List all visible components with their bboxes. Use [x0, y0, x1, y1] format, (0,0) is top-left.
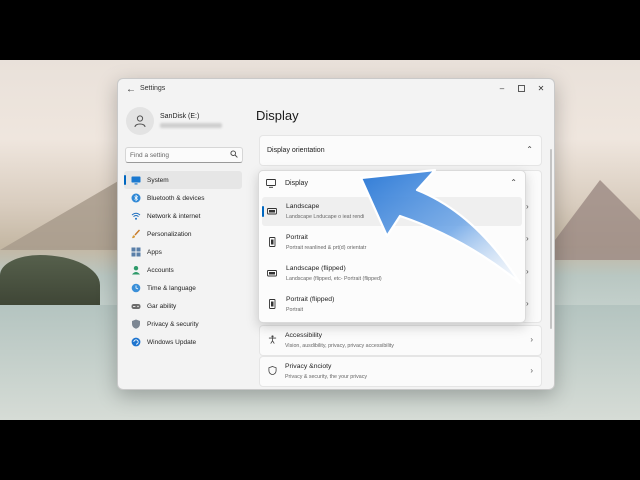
sidebar-item-label: Privacy & security	[147, 320, 199, 328]
search-icon[interactable]	[230, 150, 238, 158]
back-button[interactable]: ←	[124, 83, 138, 97]
chevron-up-icon[interactable]: ⌃	[526, 145, 533, 154]
profile-email-blurred	[160, 123, 222, 128]
landscape-icon	[267, 208, 277, 215]
row-title: Privacy &ncioty	[285, 363, 332, 370]
sidebar-item-bluetooth[interactable]: Bluetooth & devices	[124, 189, 242, 207]
bluetooth-icon	[131, 193, 141, 203]
close-icon: ✕	[537, 84, 545, 93]
sidebar-item-personalization[interactable]: Personalization	[124, 225, 242, 243]
option-subtitle: Landscape Lnducape o ieat rendi	[286, 214, 365, 220]
sidebar-item-label: Apps	[147, 248, 162, 256]
sidebar-item-apps[interactable]: Apps	[124, 243, 242, 261]
minimize-icon: –	[499, 84, 505, 93]
option-subtitle: Portrait	[286, 307, 304, 313]
sidebar-item-label: System	[147, 176, 169, 184]
avatar[interactable]	[126, 107, 154, 135]
option-subtitle: Landscape (flipped, etc- Portrait (flipp…	[286, 276, 382, 282]
globe-clock-icon	[131, 283, 141, 293]
maximize-button[interactable]	[512, 82, 530, 96]
monitor-icon	[131, 175, 141, 185]
shield-icon	[267, 366, 277, 376]
option-title: Portrait (flipped)	[286, 296, 335, 303]
sidebar-item-label: Time & language	[147, 284, 196, 292]
row-subtitle: Privacy & security, the your privacy	[285, 374, 368, 380]
accessibility-row[interactable]: Accessibility Vision, ausdibility, priva…	[259, 325, 542, 356]
sidebar-item-network[interactable]: Network & internet	[124, 207, 242, 225]
monitor-icon	[266, 179, 276, 188]
sidebar-item-gaming[interactable]: Gar ability	[124, 297, 242, 315]
profile-name: SanDisk (E:)	[160, 113, 200, 120]
maximize-icon	[517, 85, 525, 92]
row-title: Accessibility	[285, 332, 323, 339]
search-box[interactable]	[125, 147, 243, 163]
option-subtitle: Portrait reanlined & prt(d) orientatr	[286, 245, 367, 251]
title-bar: ← Settings – ✕	[118, 79, 554, 101]
minimize-button[interactable]: –	[493, 82, 511, 96]
option-title: Landscape (flipped)	[286, 265, 346, 272]
option-landscape-flipped[interactable]: Landscape (flipped) Landscape (flipped, …	[262, 259, 522, 288]
option-title: Portrait	[286, 234, 308, 241]
mountain-right	[540, 180, 640, 260]
letterbox-bottom	[0, 420, 640, 480]
display-orientation-section[interactable]: Display orientation ⌃	[259, 135, 542, 166]
chevron-up-icon[interactable]: ⌃	[510, 178, 517, 187]
sidebar-item-label: Network & internet	[147, 212, 201, 220]
portrait-flipped-icon	[269, 299, 276, 309]
sidebar-item-label: Gar ability	[147, 302, 177, 310]
person-icon	[131, 265, 141, 275]
scrollbar[interactable]	[550, 149, 552, 329]
section-label: Display orientation	[267, 147, 325, 154]
gamepad-icon	[131, 301, 141, 311]
chevron-right-icon: ›	[530, 366, 533, 375]
landscape-flipped-icon	[267, 270, 277, 277]
chevron-right-icon: ›	[526, 299, 529, 308]
close-button[interactable]: ✕	[532, 82, 550, 96]
privacy-row[interactable]: Privacy &ncioty Privacy & security, the …	[259, 356, 542, 387]
sidebar-item-label: Personalization	[147, 230, 192, 238]
row-subtitle: Vision, ausdibility, privacy, privacy ac…	[285, 343, 394, 349]
trees	[0, 255, 100, 305]
portrait-icon	[269, 237, 276, 247]
chevron-right-icon: ›	[530, 335, 533, 344]
option-landscape[interactable]: Landscape Landscape Lnducape o ieat rend…	[262, 197, 522, 226]
update-icon	[131, 337, 141, 347]
chevron-right-icon: ›	[526, 267, 529, 276]
sidebar-item-label: Bluetooth & devices	[147, 194, 205, 202]
option-title: Landscape	[286, 203, 320, 210]
sidebar-nav: System Bluetooth & devices Network & int…	[124, 171, 242, 351]
chevron-right-icon: ›	[526, 202, 529, 211]
orientation-dropdown: Display ⌃ Landscape Landscape Lnducape o…	[258, 170, 526, 323]
accessibility-icon	[267, 335, 277, 345]
dropdown-header-label: Display	[285, 180, 308, 187]
page-title: Display	[256, 108, 299, 123]
option-portrait[interactable]: Portrait Portrait reanlined & prt(d) ori…	[262, 228, 522, 257]
search-input[interactable]	[130, 150, 228, 160]
letterbox-top	[0, 0, 640, 60]
dropdown-header[interactable]: Display ⌃	[259, 171, 525, 195]
apps-icon	[131, 247, 141, 257]
sidebar-item-time-language[interactable]: Time & language	[124, 279, 242, 297]
option-portrait-flipped[interactable]: Portrait (flipped) Portrait	[262, 290, 522, 319]
person-icon	[134, 115, 146, 128]
shield-icon	[131, 319, 141, 329]
sidebar-item-privacy[interactable]: Privacy & security	[124, 315, 242, 333]
sidebar-item-system[interactable]: System	[124, 171, 242, 189]
sidebar-item-label: Accounts	[147, 266, 174, 274]
sidebar-item-windows-update[interactable]: Windows Update	[124, 333, 242, 351]
app-title: Settings	[140, 85, 166, 92]
sidebar-item-label: Windows Update	[147, 338, 197, 346]
chevron-right-icon: ›	[526, 234, 529, 243]
back-arrow-icon: ←	[126, 84, 136, 95]
settings-window: ← Settings – ✕ SanDisk (E:) System	[117, 78, 555, 390]
wifi-icon	[131, 211, 141, 221]
brush-icon	[131, 229, 141, 239]
sidebar-item-accounts[interactable]: Accounts	[124, 261, 242, 279]
